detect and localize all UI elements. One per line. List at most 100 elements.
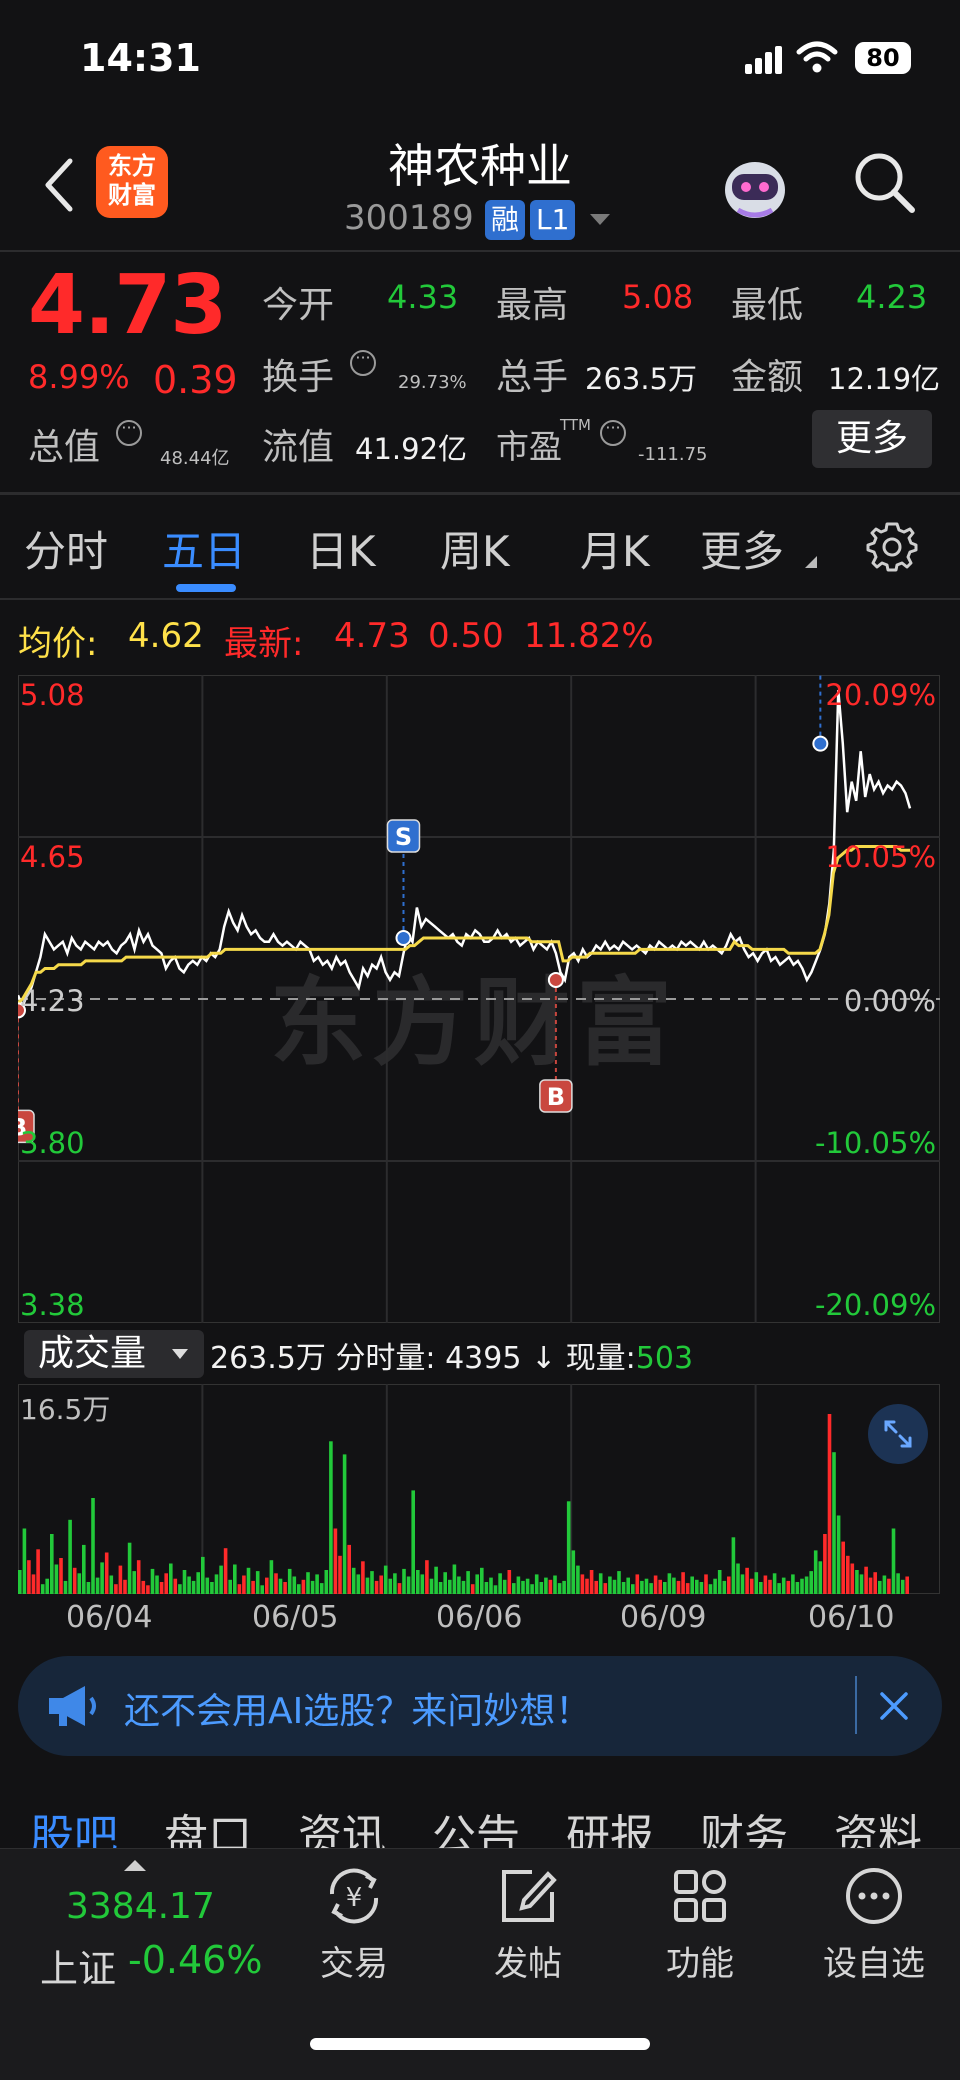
volume-chart[interactable] bbox=[18, 1384, 940, 1594]
index-percent[interactable]: -0.46% bbox=[128, 1938, 262, 1982]
volume-bar bbox=[470, 1584, 475, 1594]
volume-bar bbox=[859, 1574, 864, 1594]
volume-bar bbox=[50, 1534, 54, 1594]
volume-bar bbox=[534, 1574, 539, 1594]
tab-five-day[interactable]: 五日 bbox=[162, 518, 246, 579]
market-cap-info-icon[interactable]: ··· bbox=[116, 420, 142, 446]
volume-bar bbox=[493, 1585, 498, 1594]
logo-text-2: 财富 bbox=[108, 181, 156, 209]
volume-bar bbox=[214, 1574, 219, 1594]
battery-indicator: 80 bbox=[855, 42, 911, 74]
tab-more[interactable]: 更多 bbox=[700, 518, 784, 579]
post-button[interactable]: 发帖 bbox=[458, 1864, 598, 1985]
volume-bar bbox=[169, 1563, 173, 1594]
trade-marker-point bbox=[395, 930, 412, 947]
volume-bar bbox=[539, 1582, 544, 1594]
volume-bar bbox=[251, 1580, 255, 1594]
volume-bar bbox=[365, 1577, 370, 1594]
volume-bar bbox=[100, 1562, 104, 1594]
indicator-dropdown-icon[interactable] bbox=[172, 1349, 188, 1359]
volume-value: 263.5万 bbox=[585, 362, 698, 396]
low-label: 最低 bbox=[731, 285, 804, 326]
back-icon[interactable] bbox=[40, 155, 80, 215]
segment-volume-label: 分时量: bbox=[335, 1341, 436, 1376]
add-watchlist-button[interactable]: 设自选 bbox=[804, 1864, 944, 1985]
volume-bar bbox=[695, 1579, 699, 1594]
turnover-value: 29.73% bbox=[398, 372, 467, 393]
megaphone-icon bbox=[49, 1686, 96, 1726]
volume-bar bbox=[777, 1583, 781, 1594]
volume-bar bbox=[132, 1571, 136, 1594]
volume-bar bbox=[155, 1575, 159, 1594]
volume-bar bbox=[631, 1584, 635, 1594]
trade-marker-label: S bbox=[395, 823, 412, 851]
volume-bar bbox=[77, 1573, 82, 1594]
volume-bar bbox=[772, 1573, 777, 1594]
ai-assistant-robot-icon[interactable] bbox=[718, 150, 792, 222]
turnover-info-icon[interactable]: ··· bbox=[350, 350, 376, 376]
volume-bar bbox=[452, 1564, 457, 1594]
price-chart[interactable]: BSBS bbox=[18, 675, 940, 1323]
volume-bar bbox=[882, 1575, 887, 1594]
volume-bar bbox=[557, 1583, 562, 1594]
price-line bbox=[18, 690, 912, 1011]
more-quote-button[interactable]: 更多 bbox=[812, 410, 932, 468]
volume-bar bbox=[850, 1563, 855, 1594]
volume-bar bbox=[146, 1585, 150, 1594]
pe-value: -111.75 bbox=[638, 444, 708, 465]
change-percent: 8.99% bbox=[28, 358, 130, 396]
chart-settings-gear-icon[interactable] bbox=[866, 520, 918, 572]
volume-bar bbox=[201, 1556, 205, 1594]
volume-bar bbox=[393, 1573, 397, 1594]
volume-bar bbox=[425, 1560, 429, 1594]
volume-bar bbox=[754, 1572, 759, 1594]
volume-bar bbox=[283, 1582, 287, 1594]
close-icon[interactable] bbox=[878, 1690, 910, 1722]
banner-text[interactable]: 还不会用AI选股？来问妙想！ bbox=[124, 1682, 591, 1734]
volume-bar bbox=[329, 1441, 333, 1594]
volume-bar bbox=[685, 1583, 690, 1594]
latest-percent: 11.82% bbox=[524, 616, 654, 656]
tab-daily-k[interactable]: 日K bbox=[306, 518, 376, 579]
volume-total: 263.5万 bbox=[210, 1341, 326, 1376]
trade-button[interactable]: ¥ 交易 bbox=[284, 1864, 424, 1985]
y-right-tick: 20.09% bbox=[825, 678, 936, 712]
volume-bar bbox=[448, 1579, 452, 1594]
volume-bar bbox=[104, 1552, 109, 1594]
eastmoney-logo[interactable]: 东方 财富 bbox=[96, 146, 168, 218]
volume-bar bbox=[223, 1548, 228, 1594]
volume-bar bbox=[864, 1566, 868, 1594]
index-name[interactable]: 上证 bbox=[40, 1938, 116, 1993]
volume-bar bbox=[905, 1576, 909, 1594]
volume-bar bbox=[173, 1578, 178, 1594]
y-left-tick: 3.38 bbox=[20, 1288, 85, 1322]
volume-bar bbox=[740, 1574, 745, 1594]
trade-marker-point bbox=[812, 735, 829, 752]
add-watchlist-label: 设自选 bbox=[823, 1944, 925, 1984]
tab-intraday[interactable]: 分时 bbox=[24, 518, 108, 579]
stock-switch-chevron-icon[interactable] bbox=[590, 214, 610, 225]
volume-bar bbox=[855, 1570, 859, 1594]
volume-bar bbox=[868, 1577, 873, 1594]
volume-bar bbox=[191, 1580, 196, 1594]
tab-monthly-k[interactable]: 月K bbox=[580, 518, 650, 579]
volume-bar bbox=[182, 1570, 187, 1594]
volume-bar bbox=[269, 1560, 274, 1594]
level-tag: L1 bbox=[530, 200, 576, 240]
cellular-signal-icon bbox=[745, 44, 785, 74]
trade-label: 交易 bbox=[320, 1944, 388, 1984]
volume-bar bbox=[370, 1571, 374, 1594]
volume-bar bbox=[873, 1572, 877, 1594]
expand-chart-icon[interactable] bbox=[868, 1404, 928, 1464]
index-expand-icon[interactable] bbox=[124, 1860, 146, 1871]
pe-info-icon[interactable]: ··· bbox=[600, 420, 626, 446]
index-value[interactable]: 3384.17 bbox=[66, 1886, 215, 1927]
tab-weekly-k[interactable]: 周K bbox=[440, 518, 510, 579]
volume-bar bbox=[379, 1575, 383, 1594]
functions-button[interactable]: 功能 bbox=[630, 1864, 770, 1985]
volume-bar bbox=[525, 1578, 530, 1594]
x-date-label: 06/04 bbox=[66, 1600, 153, 1635]
volume-bar bbox=[237, 1584, 242, 1594]
search-icon[interactable] bbox=[852, 150, 916, 214]
x-date-label: 06/09 bbox=[620, 1600, 707, 1635]
